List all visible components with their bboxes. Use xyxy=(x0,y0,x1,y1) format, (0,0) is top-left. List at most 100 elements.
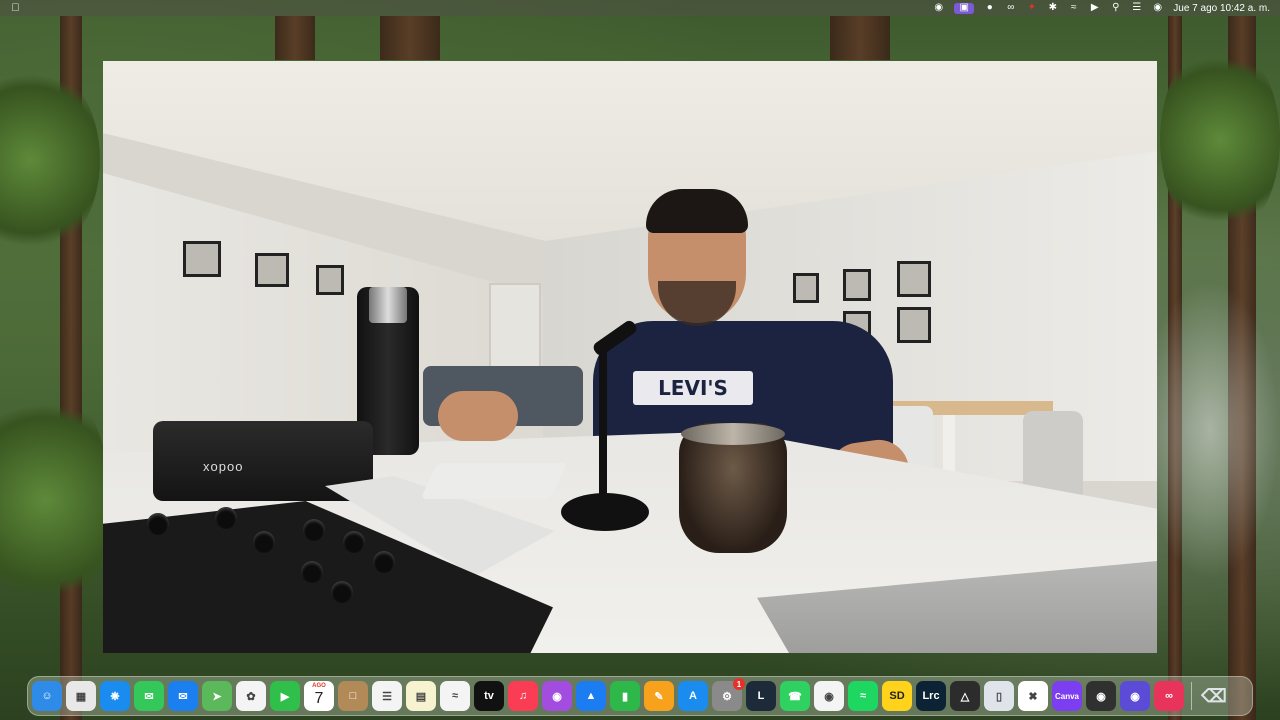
tv-icon[interactable]: tv xyxy=(474,681,504,711)
camera-video-window[interactable]: LEVI'S xopoo xyxy=(103,61,1157,653)
app-label: SD xyxy=(889,690,905,702)
obs-icon-glyph: ◉ xyxy=(1096,690,1106,703)
podcasts-icon[interactable]: ◉ xyxy=(542,681,572,711)
whatsapp-icon-glyph: ☎ xyxy=(788,690,802,703)
camera-brand-label: xopoo xyxy=(203,459,244,474)
whatsapp-icon[interactable]: ☎ xyxy=(780,681,810,711)
creative-cloud-icon[interactable]: ∞ xyxy=(1154,681,1184,711)
settings-icon[interactable]: ⚙ 1 xyxy=(712,678,745,711)
app-label: Lrc xyxy=(922,690,940,702)
creative-cloud-icon-glyph: ∞ xyxy=(1165,690,1173,702)
console-knob xyxy=(147,513,169,535)
recorder-icon[interactable]: ◉ xyxy=(1120,681,1150,711)
phone-icon[interactable]: ▯ xyxy=(984,681,1014,711)
notification-badge: 1 xyxy=(733,678,745,690)
music-icon-glyph: ♫ xyxy=(518,690,528,702)
trash-icon-glyph: ⌫ xyxy=(1201,685,1227,706)
stats-icon[interactable]: ◉ xyxy=(933,3,944,14)
app-store-icon[interactable]: A xyxy=(678,681,708,711)
capcut-icon[interactable]: ✖ xyxy=(1018,681,1048,711)
keynote-icon-glyph: ▲ xyxy=(585,690,597,702)
search-icon[interactable]: ⚲ xyxy=(1110,3,1121,14)
leaf-icon[interactable]: ● xyxy=(984,3,995,14)
affinity-icon[interactable]: △ xyxy=(950,681,980,711)
menubar-clock[interactable]: Jue 7 ago 10:42 a. m. xyxy=(1173,3,1270,14)
maps-icon-glyph: ➤ xyxy=(212,690,222,703)
launchpad-icon-glyph: ▦ xyxy=(75,690,87,703)
messages-icon-glyph: ✉ xyxy=(144,690,154,703)
console-knob xyxy=(373,551,395,573)
numbers-icon-glyph: ▮ xyxy=(621,690,629,703)
mail-icon[interactable]: ✉ xyxy=(168,681,198,711)
siri-icon[interactable]: ◉ xyxy=(1152,3,1163,14)
trash-icon[interactable]: ⌫ xyxy=(1199,681,1229,711)
microphone-stand xyxy=(599,343,607,503)
canva-icon[interactable]: Canva xyxy=(1052,681,1082,711)
photos-icon-glyph: ✿ xyxy=(246,690,256,703)
safari-icon-glyph: ❋ xyxy=(110,690,120,703)
notes-folder-icon-glyph: □ xyxy=(349,690,357,702)
capcut-icon-glyph: ✖ xyxy=(1028,690,1038,703)
person-hand xyxy=(438,391,518,441)
trackpad xyxy=(420,463,568,499)
wall-picture-frame xyxy=(183,241,221,277)
calendar-icon[interactable]: AGO 7 xyxy=(304,681,334,711)
notes-icon[interactable]: ▤ xyxy=(406,681,436,711)
console-knob xyxy=(215,507,237,529)
console-knob xyxy=(331,581,353,603)
affinity-icon-glyph: △ xyxy=(960,690,970,703)
spotify-icon[interactable]: ≈ xyxy=(848,681,878,711)
console-knob xyxy=(303,519,325,541)
podcasts-icon-glyph: ◉ xyxy=(552,690,562,703)
facetime-icon[interactable]: ▶ xyxy=(270,681,300,711)
thermos-cap xyxy=(369,287,407,323)
settings-icon-glyph: ⚙ xyxy=(722,690,732,703)
apple-logo-icon[interactable]:  xyxy=(10,2,21,14)
obs-icon[interactable]: ◉ xyxy=(1086,681,1116,711)
shirt-logo: LEVI'S xyxy=(633,371,753,405)
music-icon[interactable]: ♫ xyxy=(508,681,538,711)
league-icon[interactable]: L xyxy=(746,681,776,711)
wall-picture-frame xyxy=(255,253,289,287)
pages-icon-glyph: ✎ xyxy=(654,690,664,703)
calendar-month: AGO xyxy=(312,683,326,689)
wall-picture-frame xyxy=(843,269,871,301)
console-knob xyxy=(253,531,275,553)
cleanmaster-icon[interactable]: ✦ xyxy=(1026,3,1037,14)
photos-icon[interactable]: ✿ xyxy=(236,681,266,711)
microphone-base xyxy=(561,493,649,531)
chrome-icon-glyph: ◉ xyxy=(824,690,834,703)
app-label: tv xyxy=(484,690,494,702)
chrome-icon[interactable]: ◉ xyxy=(814,681,844,711)
messages-icon[interactable]: ✉ xyxy=(134,681,164,711)
numbers-icon[interactable]: ▮ xyxy=(610,681,640,711)
play-icon[interactable]: ▶ xyxy=(1089,3,1100,14)
lightroom-icon[interactable]: Lrc xyxy=(916,681,946,711)
bluetooth-icon[interactable]: ✱ xyxy=(1047,3,1058,14)
app-label: Canva xyxy=(1054,691,1079,701)
mail-icon-glyph: ✉ xyxy=(178,690,188,703)
launchpad-icon[interactable]: ▦ xyxy=(66,681,96,711)
facetime-icon-glyph: ▶ xyxy=(280,690,290,703)
league-icon-glyph: L xyxy=(757,690,765,702)
notes-icon-glyph: ▤ xyxy=(415,690,427,703)
notes-folder-icon[interactable]: □ xyxy=(338,681,368,711)
freeform-icon[interactable]: ≈ xyxy=(440,681,470,711)
reminders-icon[interactable]: ☰ xyxy=(372,681,402,711)
wifi-icon[interactable]: ≈ xyxy=(1068,3,1079,14)
finder-icon[interactable]: ☺ xyxy=(32,681,62,711)
reminders-icon-glyph: ☰ xyxy=(382,690,392,703)
freeform-icon-glyph: ≈ xyxy=(451,690,459,702)
phone-icon-glyph: ▯ xyxy=(995,690,1003,703)
control-center-icon[interactable]: ☰ xyxy=(1131,3,1142,14)
keynote-icon[interactable]: ▲ xyxy=(576,681,606,711)
safari-icon[interactable]: ❋ xyxy=(100,681,130,711)
screen-mirror-icon[interactable]: ▣ xyxy=(954,2,975,14)
creative-cloud-icon[interactable]: ∞ xyxy=(1005,3,1016,14)
console-knob xyxy=(301,561,323,583)
finder-icon-glyph: ☺ xyxy=(41,690,53,702)
calendar-day: 7 xyxy=(314,690,324,707)
pages-icon[interactable]: ✎ xyxy=(644,681,674,711)
maps-icon[interactable]: ➤ xyxy=(202,681,232,711)
sd-icon[interactable]: SD xyxy=(882,681,912,711)
